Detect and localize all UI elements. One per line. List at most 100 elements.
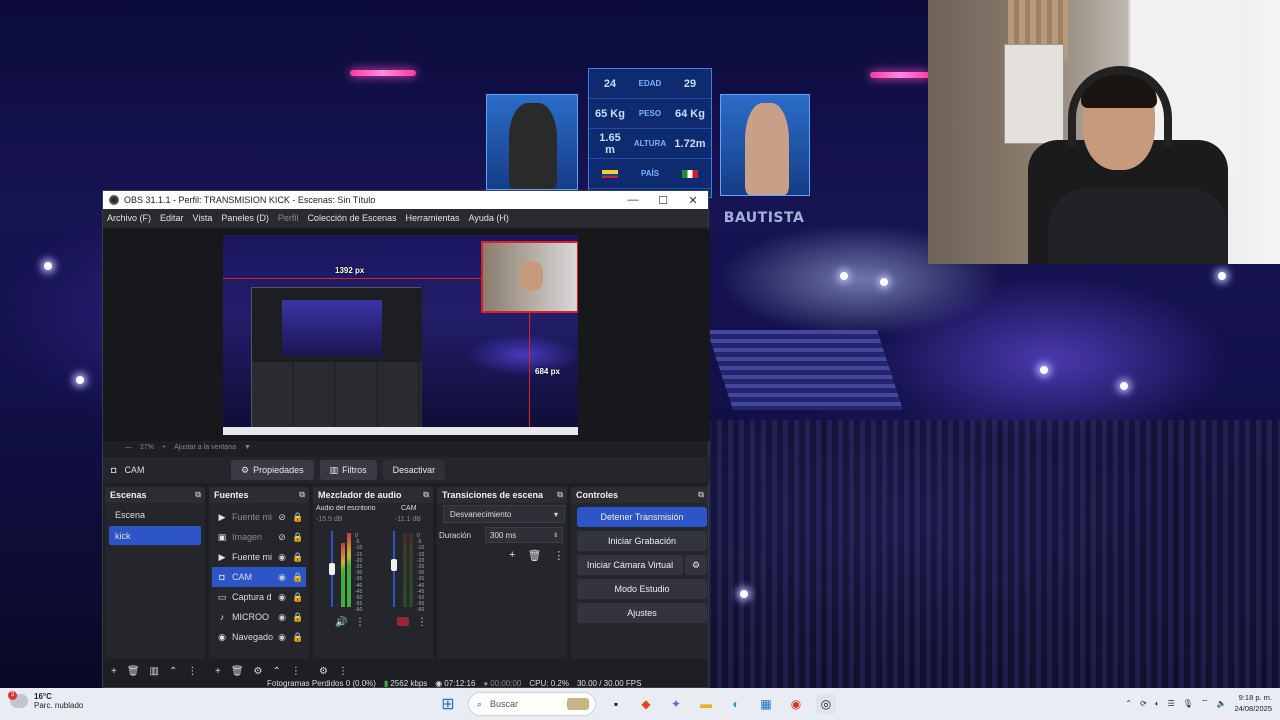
trash-icon[interactable]: 🗑 (527, 549, 541, 562)
file-explorer-icon[interactable]: ▬ (696, 694, 716, 714)
menu-tools[interactable]: Herramientas (406, 213, 460, 223)
more-icon[interactable]: ⋮ (553, 549, 564, 562)
speaker-muted-icon[interactable] (397, 617, 409, 626)
stepper-arrows-icon[interactable]: ⇕ (553, 532, 558, 539)
lock-icon[interactable]: 🔒 (290, 512, 306, 523)
zoom-out-icon[interactable]: — (125, 444, 132, 451)
eye-icon[interactable]: ◉ (274, 552, 290, 563)
undock-icon[interactable]: ⧉ (557, 490, 563, 500)
add-icon[interactable]: + (509, 549, 515, 562)
source-item[interactable]: ◉ Navegado ◉ 🔒 (212, 627, 306, 647)
source-item-selected[interactable]: ◘ CAM ◉ 🔒 (212, 567, 306, 587)
virtual-camera-settings-gear-icon[interactable]: ⚙ (685, 555, 707, 575)
brave-browser-icon[interactable]: ◆ (636, 694, 656, 714)
chevron-up-icon[interactable]: ⌃ (273, 666, 281, 677)
scene-item-selected[interactable]: kick (109, 526, 201, 545)
filter-icon[interactable]: ▥ (150, 666, 159, 677)
undock-icon[interactable]: ⧉ (195, 490, 201, 500)
filters-button[interactable]: ▥ Filtros (319, 460, 377, 480)
lock-icon[interactable]: 🔒 (290, 532, 306, 543)
edge-browser-icon[interactable]: ◐ (726, 694, 746, 714)
undock-icon[interactable]: ⧉ (299, 490, 305, 500)
scene-item[interactable]: Escena (109, 505, 201, 524)
eye-hidden-icon[interactable]: ⊘ (274, 512, 290, 523)
studio-mode-button[interactable]: Modo Estudio (577, 579, 707, 599)
windows-start-icon[interactable]: ⊞ (438, 694, 458, 714)
settings-icon[interactable]: ⚙ (319, 666, 328, 677)
trash-icon[interactable]: 🗑 (231, 666, 244, 677)
preview-area[interactable]: 1392 px 684 px (103, 229, 710, 441)
zoom-in-icon[interactable]: + (162, 444, 166, 451)
wifi-icon[interactable]: ⌔ (1201, 698, 1209, 708)
zoom-mode[interactable]: Ajustar a la ventana (174, 444, 236, 451)
tray-app-icon[interactable]: ☰ (1168, 699, 1175, 708)
search-input[interactable]: ⌕ Buscar (468, 692, 596, 716)
source-item[interactable]: ♪ MICROO ◉ 🔒 (212, 607, 306, 627)
gear-icon[interactable]: ⚙ (254, 666, 263, 677)
menu-edit[interactable]: Editar (160, 213, 184, 223)
obs-window[interactable]: OBS 31.1.1 - Perfil: TRANSMISION KICK - … (102, 190, 710, 688)
menu-file[interactable]: Archivo (F) (107, 213, 151, 223)
source-item[interactable]: ▭ Captura d ◉ 🔒 (212, 587, 306, 607)
menu-docks[interactable]: Paneles (D) (221, 213, 269, 223)
preview-canvas[interactable]: 1392 px 684 px (223, 235, 578, 435)
more-icon[interactable]: ⋮ (291, 666, 301, 677)
microsoft-store-icon[interactable]: ▦ (756, 694, 776, 714)
eye-icon[interactable]: ◉ (274, 632, 290, 643)
tray-app-icon[interactable]: ⟳ (1140, 699, 1147, 708)
menu-help[interactable]: Ayuda (H) (469, 213, 509, 223)
volume-icon[interactable]: 🔈 (1216, 699, 1226, 708)
title-bar[interactable]: OBS 31.1.1 - Perfil: TRANSMISION KICK - … (103, 191, 708, 209)
chevron-down-icon[interactable]: ▼ (244, 444, 251, 451)
eye-icon[interactable]: ◉ (274, 592, 290, 603)
deactivate-button[interactable]: Desactivar (382, 460, 446, 480)
properties-button[interactable]: ⚙ Propiedades (231, 460, 314, 480)
volume-slider-cam[interactable] (391, 559, 397, 571)
source-item[interactable]: ▶ Fuente mi ⊘ 🔒 (212, 507, 306, 527)
lock-icon[interactable]: 🔒 (290, 632, 306, 643)
lock-icon[interactable]: 🔒 (290, 572, 306, 583)
eye-icon[interactable]: ◉ (274, 612, 290, 623)
menu-view[interactable]: Vista (193, 213, 213, 223)
menu-profile[interactable]: Perfil (278, 213, 299, 223)
volume-slider-desktop[interactable] (329, 563, 335, 575)
more-icon[interactable]: ⋮ (338, 666, 348, 677)
more-icon[interactable]: ⋮ (355, 617, 365, 628)
eye-icon[interactable]: ◉ (274, 572, 290, 583)
start-recording-button[interactable]: Iniciar Grabación (577, 531, 707, 551)
minimize-button[interactable]: — (618, 191, 648, 209)
more-icon[interactable]: ⋮ (187, 666, 197, 677)
start-virtual-camera-button[interactable]: Iniciar Cámara Virtual (577, 555, 683, 575)
menu-scene-collection[interactable]: Colección de Escenas (307, 213, 396, 223)
add-icon[interactable]: + (111, 666, 117, 677)
speaker-icon[interactable]: 🔊 (335, 617, 347, 628)
close-button[interactable]: ✕ (678, 191, 708, 209)
maximize-button[interactable]: ☐ (648, 191, 678, 209)
stop-streaming-button[interactable]: Detener Transmisión (577, 507, 707, 527)
clock[interactable]: 9:18 p. m. 24/08/2025 (1234, 692, 1272, 714)
transition-select[interactable]: Desvanecimiento ▾ (443, 505, 565, 523)
tray-app-icon[interactable]: ◐ (1155, 699, 1160, 708)
duration-stepper[interactable]: 300 ms ⇕ (485, 527, 563, 543)
trash-icon[interactable]: 🗑 (127, 666, 140, 677)
obs-app-icon[interactable]: ◎ (816, 694, 836, 714)
undock-icon[interactable]: ⧉ (698, 490, 704, 500)
source-item[interactable]: ▶ Fuente mi ◉ 🔒 (212, 547, 306, 567)
settings-button[interactable]: Ajustes (577, 603, 707, 623)
task-view-icon[interactable]: ▪ (606, 694, 626, 714)
undock-icon[interactable]: ⧉ (423, 490, 429, 500)
selected-source-cam[interactable] (481, 241, 578, 313)
weather-widget[interactable]: 3 16°C Parc. nublado (8, 691, 83, 710)
copilot-icon[interactable]: ✦ (666, 694, 686, 714)
lock-icon[interactable]: 🔒 (290, 612, 306, 623)
chevron-up-icon[interactable]: ⌃ (1125, 699, 1132, 708)
lock-icon[interactable]: 🔒 (290, 552, 306, 563)
chevron-up-icon[interactable]: ⌃ (169, 666, 177, 677)
more-icon[interactable]: ⋮ (417, 617, 427, 628)
lock-icon[interactable]: 🔒 (290, 592, 306, 603)
microphone-icon[interactable]: 🎙 (1183, 699, 1193, 708)
eye-hidden-icon[interactable]: ⊘ (274, 532, 290, 543)
chrome-browser-icon[interactable]: ◉ (786, 694, 806, 714)
source-item[interactable]: ▣ Imagen ⊘ 🔒 (212, 527, 306, 547)
add-icon[interactable]: + (215, 666, 221, 677)
